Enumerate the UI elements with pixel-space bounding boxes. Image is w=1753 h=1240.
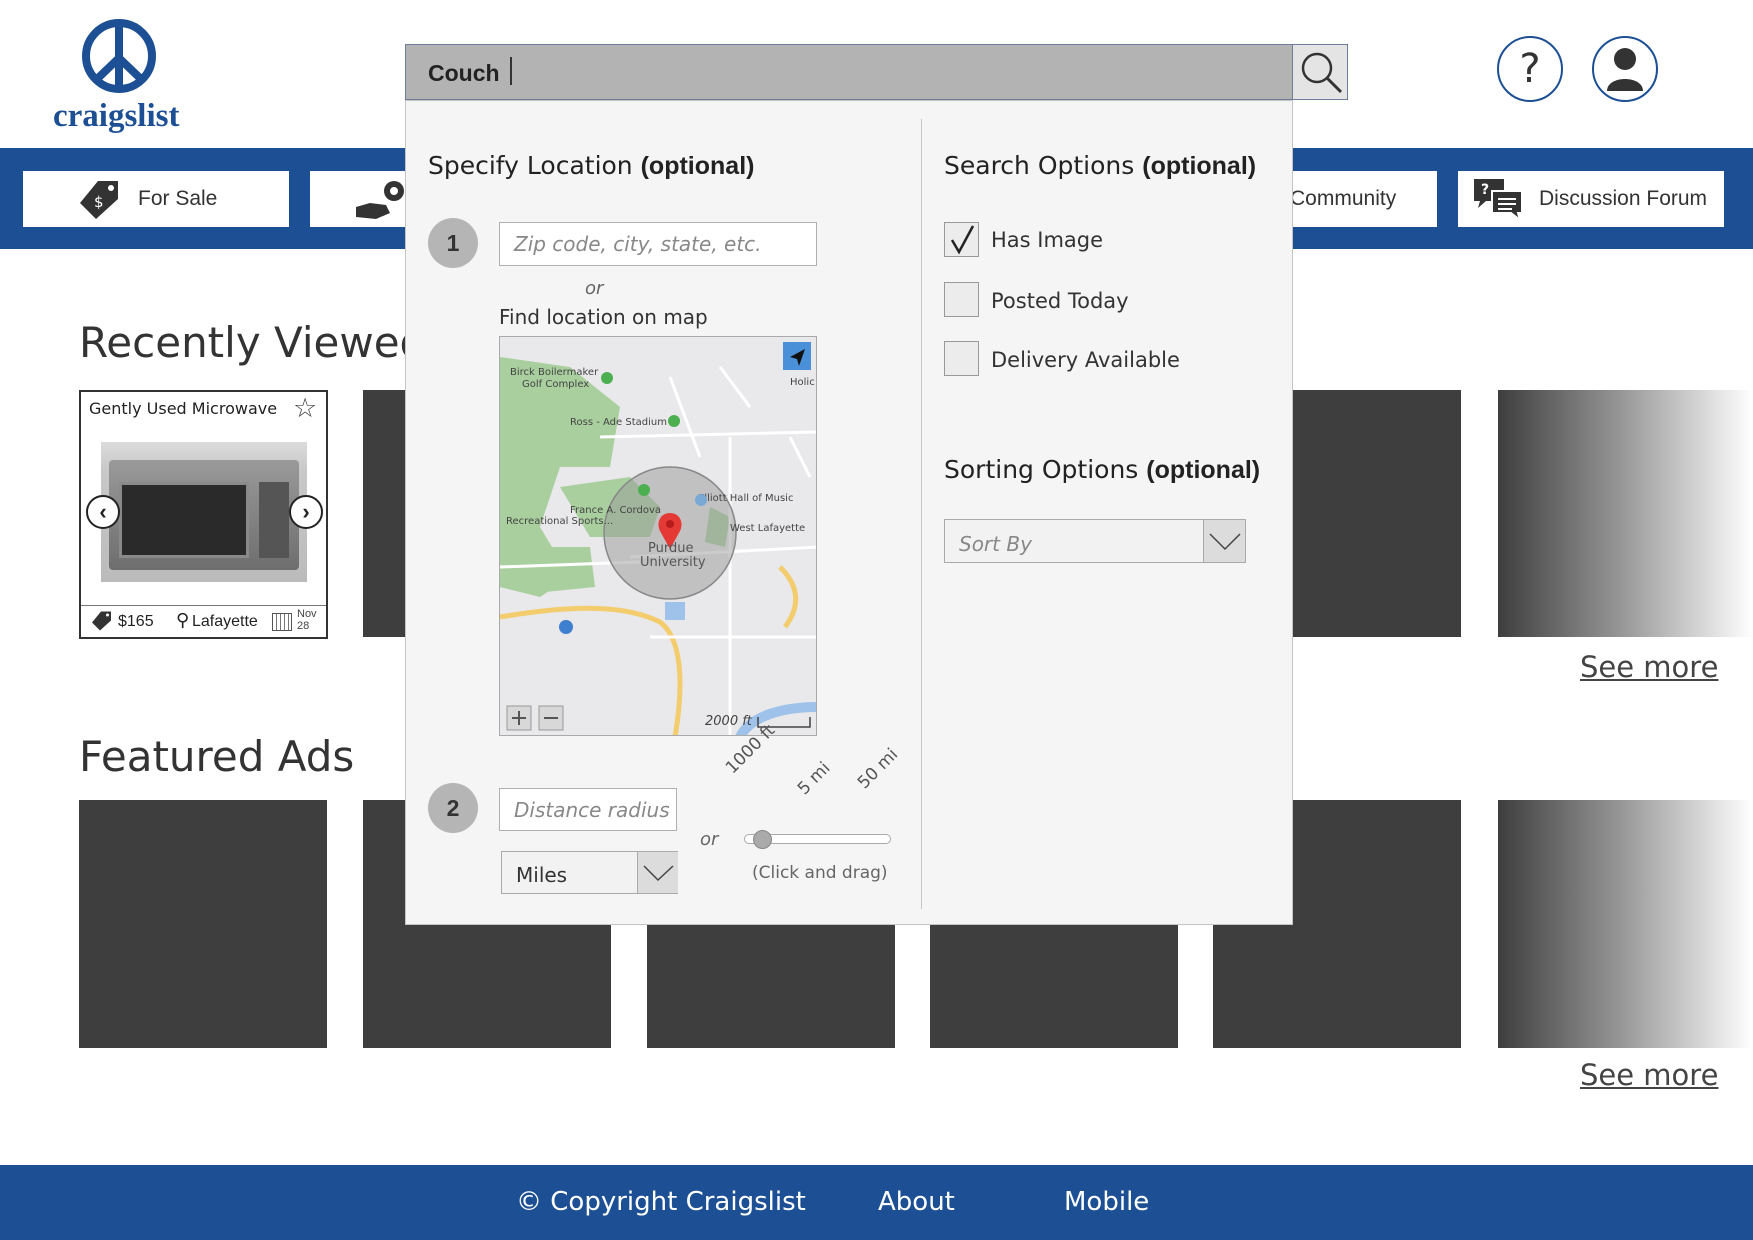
- calendar-icon: [272, 613, 292, 631]
- chat-bubbles-icon: ?: [1474, 179, 1523, 221]
- svg-text:West Lafayette: West Lafayette: [730, 523, 805, 534]
- svg-text:Birck Boilermaker: Birck Boilermaker: [510, 367, 599, 378]
- chevron-down-icon: [637, 852, 678, 893]
- search-input[interactable]: Couch: [405, 44, 1293, 100]
- nav-label: Community: [1290, 187, 1397, 210]
- distance-slider-handle[interactable]: [753, 830, 772, 849]
- user-icon: [1607, 48, 1643, 91]
- price-tag-icon: $: [80, 181, 118, 219]
- favorite-star-icon[interactable]: ☆: [293, 393, 317, 424]
- card-price: $165: [118, 613, 154, 630]
- distance-radius-input[interactable]: Distance radius: [499, 788, 677, 831]
- card-date-month: Nov: [297, 608, 317, 620]
- or-text: or: [585, 278, 604, 299]
- svg-text:France A. Cordova: France A. Cordova: [570, 505, 661, 516]
- listing-card[interactable]: Gently Used Microwave ☆ ‹ › $165 ⚲ Lafay…: [79, 390, 328, 639]
- step-1-badge: 1: [428, 218, 478, 268]
- card-date-day: 28: [297, 620, 310, 632]
- map-graphic: Birck Boilermaker Golf Complex Ross - Ad…: [500, 337, 816, 735]
- card-title: Gently Used Microwave: [89, 399, 278, 418]
- nav-label: Discussion Forum: [1539, 187, 1708, 210]
- recent-see-more-link[interactable]: See more: [1580, 650, 1718, 684]
- svg-text:$: $: [94, 193, 104, 211]
- has-image-checkbox[interactable]: [944, 222, 979, 257]
- help-button[interactable]: ?: [1497, 36, 1563, 102]
- profile-button[interactable]: [1592, 36, 1658, 102]
- svg-text:Ross - Ade Stadium: Ross - Ade Stadium: [570, 417, 667, 428]
- footer-mobile-link[interactable]: Mobile: [1064, 1187, 1149, 1217]
- checkmark-icon: [950, 225, 975, 255]
- card-next-button[interactable]: ›: [289, 495, 323, 529]
- featured-ads-title: Featured Ads: [79, 732, 355, 781]
- sort-by-placeholder: Sort By: [959, 532, 1032, 556]
- card-prev-button[interactable]: ‹: [86, 495, 120, 529]
- panel-divider: [921, 119, 922, 909]
- chevron-right-icon: ›: [302, 499, 310, 524]
- slider-tick-label: 50 mi: [853, 744, 903, 793]
- footer-copyright: © Copyright Craigslist: [516, 1187, 806, 1217]
- posted-today-checkbox[interactable]: [944, 282, 979, 317]
- nav-discussion-forum[interactable]: ? Discussion Forum: [1458, 171, 1724, 227]
- svg-text:Recreational Sports...: Recreational Sports...: [506, 516, 613, 527]
- featured-tile[interactable]: [79, 800, 327, 1048]
- svg-text:Elliott Hall of Music: Elliott Hall of Music: [698, 493, 793, 504]
- listing-tile-faded[interactable]: [1498, 390, 1753, 637]
- featured-see-more-link[interactable]: See more: [1580, 1058, 1718, 1092]
- location-pin-icon: ⚲: [176, 610, 190, 630]
- card-location: Lafayette: [192, 613, 258, 630]
- svg-text:2000 ft: 2000 ft: [705, 714, 753, 729]
- price-tag-icon: [92, 611, 111, 631]
- svg-text:University: University: [640, 555, 706, 570]
- svg-text:Golf Complex: Golf Complex: [522, 379, 589, 390]
- has-image-label: Has Image: [991, 228, 1104, 252]
- posted-today-label: Posted Today: [991, 289, 1129, 313]
- location-map[interactable]: Birck Boilermaker Golf Complex Ross - Ad…: [499, 336, 817, 736]
- footer-about-link[interactable]: About: [878, 1187, 955, 1217]
- unit-select[interactable]: Miles: [501, 851, 678, 894]
- nav-community[interactable]: Community: [1290, 171, 1437, 227]
- listing-tile[interactable]: [363, 390, 410, 637]
- magnifier-icon: [1301, 52, 1343, 94]
- microwave-photo: [101, 442, 307, 582]
- find-on-map-label: Find location on map: [499, 305, 708, 329]
- nav-for-sale[interactable]: $ For Sale: [23, 171, 289, 227]
- delivery-available-label: Delivery Available: [991, 348, 1180, 372]
- chevron-left-icon: ‹: [99, 499, 107, 524]
- footer: [0, 1165, 1753, 1240]
- unit-select-value: Miles: [516, 863, 568, 887]
- slider-hint: (Click and drag): [752, 863, 888, 883]
- step-2-badge: 2: [428, 783, 478, 833]
- logo-text: craigslist: [53, 98, 180, 134]
- search-button[interactable]: [1292, 44, 1348, 100]
- search-options-panel: Specify Location (optional) 1 Zip code, …: [405, 100, 1293, 925]
- nav-label: For Sale: [138, 187, 218, 210]
- svg-text:?: ?: [1481, 182, 1489, 198]
- listing-tile[interactable]: [1293, 390, 1461, 637]
- sorting-options-heading: Sorting Options (optional): [944, 455, 1261, 484]
- svg-text:Purdue: Purdue: [648, 541, 693, 556]
- nav-services[interactable]: [310, 171, 406, 227]
- hand-gear-icon: [356, 181, 404, 219]
- text-cursor-icon: [510, 57, 512, 85]
- recently-viewed-title: Recently Viewed: [79, 318, 427, 367]
- or-text: or: [700, 829, 719, 850]
- location-heading: Specify Location (optional): [428, 151, 755, 180]
- svg-text:Holic: Holic: [790, 377, 815, 388]
- peace-sign-icon: [82, 19, 156, 93]
- craigslist-logo[interactable]: craigslist: [48, 16, 193, 134]
- zip-input[interactable]: Zip code, city, state, etc.: [499, 222, 817, 266]
- featured-tile-faded[interactable]: [1498, 800, 1753, 1048]
- question-mark-icon: ?: [1519, 46, 1541, 92]
- sort-by-select[interactable]: Sort By: [944, 519, 1246, 563]
- search-query-text: Couch: [428, 60, 500, 86]
- slider-tick-label: 5 mi: [793, 758, 835, 799]
- search-options-heading: Search Options (optional): [944, 151, 1257, 180]
- chevron-down-icon: [1203, 520, 1245, 562]
- delivery-available-checkbox[interactable]: [944, 341, 979, 376]
